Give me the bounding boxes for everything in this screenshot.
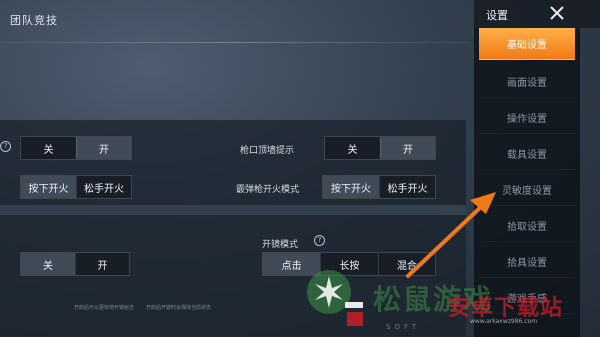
option-on[interactable]: 开: [74, 253, 129, 275]
settings-title: 设置: [486, 9, 508, 22]
option-mixed[interactable]: 混合: [377, 253, 435, 275]
muzzle-wall-hint-label: 枪口顶墙提示: [240, 146, 295, 156]
option-off[interactable]: 关: [21, 137, 76, 159]
hint-text-left: 开启后可以更快地开镜射击: [74, 305, 135, 311]
option-release-fire[interactable]: 松手开火: [378, 176, 435, 198]
menu-item-basic-settings[interactable]: 基础设置: [479, 28, 575, 60]
option-on[interactable]: 开: [75, 137, 131, 159]
option-off[interactable]: 关: [21, 253, 75, 275]
shotgun-fire-mode-toggle[interactable]: 按下开火 松手开火: [322, 175, 436, 199]
option-press-fire[interactable]: 按下开火: [21, 176, 76, 198]
watermark-soft: SOFT: [386, 323, 421, 331]
fire-mode-toggle[interactable]: 按下开火 松手开火: [20, 175, 132, 199]
menu-item-sensitivity-settings[interactable]: 灵敏度设置: [479, 174, 575, 206]
option-off[interactable]: 关: [325, 137, 380, 159]
menu-item-pickup-settings[interactable]: 拾取设置: [479, 210, 575, 242]
toggle-row3-left[interactable]: 关 开: [20, 252, 130, 276]
help-icon[interactable]: ?: [0, 141, 11, 152]
header-divider: [0, 42, 470, 43]
watermark-logo-icon: [307, 270, 363, 326]
muzzle-wall-hint-toggle[interactable]: 关 开: [324, 136, 436, 160]
shotgun-fire-mode-label: 霰弹枪开火模式: [236, 185, 300, 195]
option-release-fire[interactable]: 松手开火: [75, 176, 131, 198]
close-icon: [550, 6, 564, 20]
option-on[interactable]: 开: [379, 137, 435, 159]
toggle-row1-left[interactable]: 关 开: [20, 136, 132, 160]
option-press-fire[interactable]: 按下开火: [323, 176, 379, 198]
menu-item-equipment-settings[interactable]: 拾具设置: [479, 246, 575, 278]
scope-mode-label: 开镜模式: [262, 240, 299, 250]
section-divider: [0, 205, 466, 215]
menu-item-controls-settings[interactable]: 操作设置: [479, 102, 575, 134]
mode-title: 团队竞技: [10, 14, 58, 27]
close-button[interactable]: [548, 4, 566, 22]
hint-text-right: 开启后开镜时会保持当前状态: [146, 305, 212, 311]
menu-item-graphics-settings[interactable]: 画面设置: [479, 66, 575, 98]
menu-item-vehicle-settings[interactable]: 载具设置: [479, 138, 575, 170]
watermark-url: www.arkaxwz986.com: [470, 318, 538, 325]
scope-mode-help-icon[interactable]: ?: [314, 235, 325, 246]
